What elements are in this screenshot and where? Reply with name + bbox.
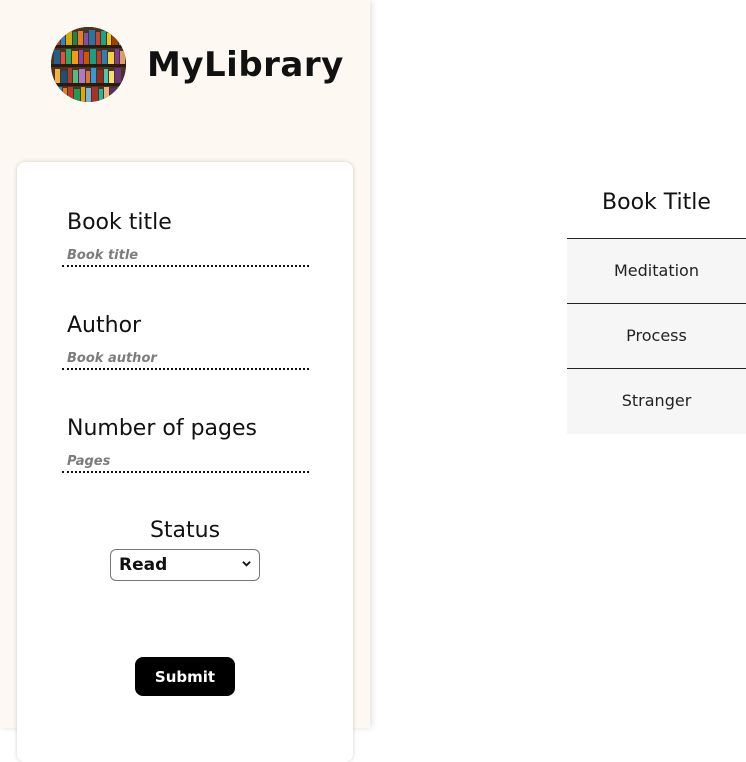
- status-label: Status: [149, 518, 221, 543]
- submit-button[interactable]: Submit: [135, 657, 235, 696]
- sidebar: MyLibrary Book title Author Number of pa…: [0, 0, 370, 762]
- add-book-form: Book title Author Number of pages Status…: [17, 162, 353, 762]
- brand: MyLibrary: [51, 27, 344, 102]
- title-field-group: Book title: [62, 210, 309, 267]
- status-select[interactable]: Read: [110, 549, 260, 581]
- brand-name: MyLibrary: [147, 44, 344, 85]
- title-label: Book title: [67, 210, 172, 235]
- author-field-group: Author: [62, 313, 309, 370]
- status-selected-value: Read: [119, 555, 168, 575]
- pages-field-group: Number of pages: [62, 416, 309, 473]
- books-table: Book Title Meditation Process Stranger: [567, 170, 746, 434]
- table-header-book-title: Book Title: [567, 170, 746, 239]
- author-label: Author: [67, 313, 142, 338]
- chevron-down-icon: [242, 561, 251, 567]
- title-input[interactable]: [62, 245, 309, 267]
- table-row: Process: [567, 304, 746, 369]
- status-group: Status Read: [17, 518, 353, 581]
- author-input[interactable]: [62, 348, 309, 370]
- pages-input[interactable]: [62, 451, 309, 473]
- bookshelf-logo-icon: [51, 27, 126, 102]
- table-row: Meditation: [567, 239, 746, 304]
- table-row: Stranger: [567, 369, 746, 434]
- pages-label: Number of pages: [67, 416, 257, 441]
